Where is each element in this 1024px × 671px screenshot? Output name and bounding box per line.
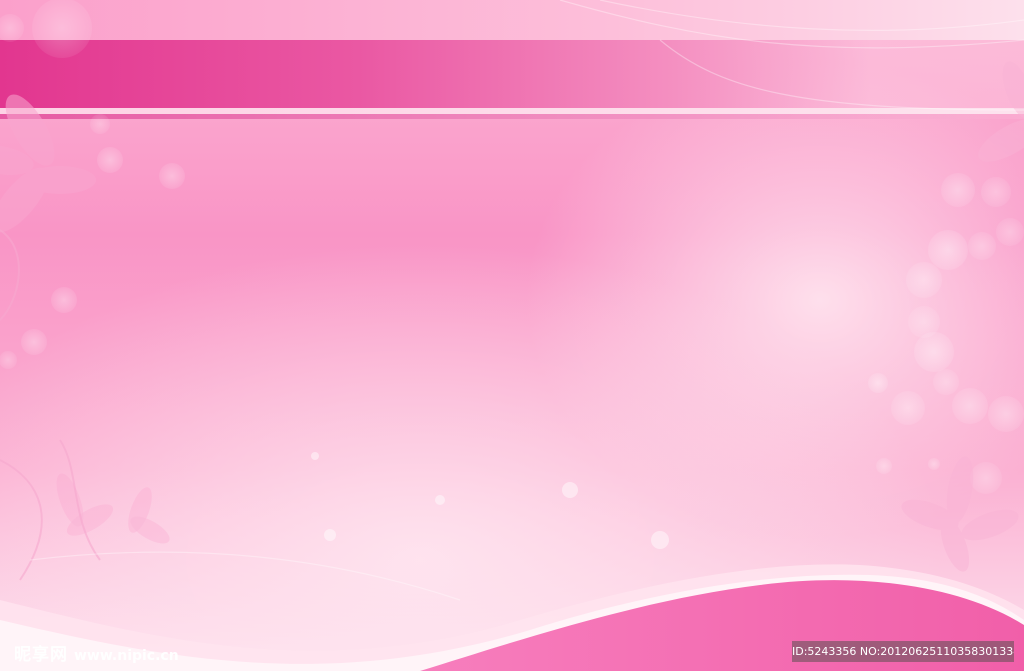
watermark-brand-name: 昵享网 bbox=[14, 645, 68, 665]
decorative-layer bbox=[0, 0, 1024, 671]
watermark-brand: 昵享网 www.nipic.cn bbox=[14, 640, 179, 665]
pink-background-canvas: 昵享网 www.nipic.cn ID:5243356 NO:2012062511… bbox=[0, 0, 1024, 671]
image-id-badge: ID:5243356 NO:20120625110358301334 bbox=[792, 641, 1014, 662]
sparkle-dots bbox=[311, 452, 669, 549]
bokeh-cluster-right bbox=[868, 173, 1024, 494]
watermark-url: www.nipic.cn bbox=[74, 648, 179, 664]
curved-light-lines bbox=[29, 0, 1024, 601]
